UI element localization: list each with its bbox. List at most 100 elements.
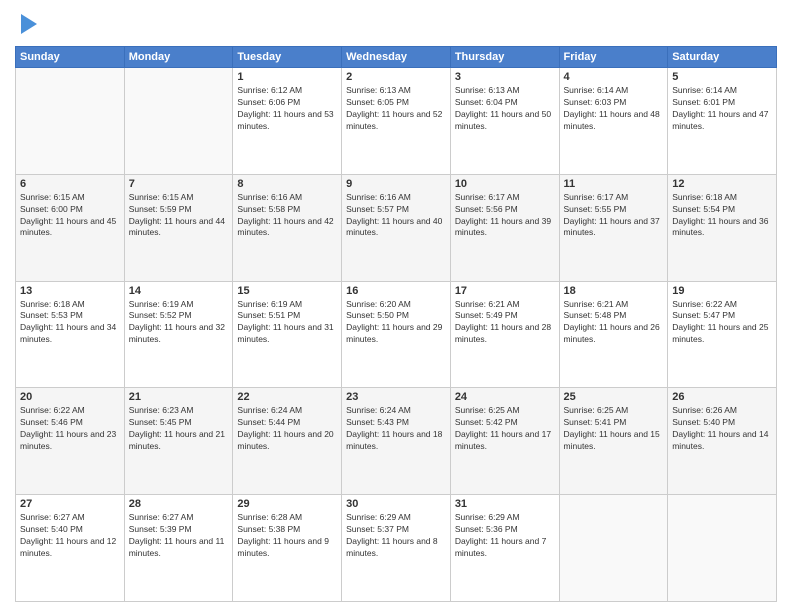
calendar-cell: 25 Sunrise: 6:25 AMSunset: 5:41 PMDayligh… [559,388,668,495]
day-info: Sunrise: 6:25 AMSunset: 5:41 PMDaylight:… [564,405,664,453]
day-info: Sunrise: 6:12 AMSunset: 6:06 PMDaylight:… [237,85,337,133]
day-number: 8 [237,178,337,190]
day-header-wednesday: Wednesday [342,47,451,68]
day-number: 21 [129,391,229,403]
calendar-week-3: 13 Sunrise: 6:18 AMSunset: 5:53 PMDayligh… [16,281,777,388]
logo-icon [17,10,37,38]
day-number: 24 [455,391,555,403]
calendar-cell: 19 Sunrise: 6:22 AMSunset: 5:47 PMDayligh… [668,281,777,388]
day-number: 26 [672,391,772,403]
day-number: 31 [455,498,555,510]
day-info: Sunrise: 6:16 AMSunset: 5:57 PMDaylight:… [346,192,446,240]
day-info: Sunrise: 6:27 AMSunset: 5:40 PMDaylight:… [20,512,120,560]
calendar-cell: 4Sunrise: 6:14 AMSunset: 6:03 PMDaylight… [559,68,668,175]
calendar-cell: 18 Sunrise: 6:21 AMSunset: 5:48 PMDayligh… [559,281,668,388]
day-info: Sunrise: 6:22 AMSunset: 5:46 PMDaylight:… [20,405,120,453]
day-number: 13 [20,285,120,297]
calendar-week-5: 27Sunrise: 6:27 AMSunset: 5:40 PMDayligh… [16,495,777,602]
day-number: 28 [129,498,229,510]
calendar-cell [16,68,125,175]
day-info: Sunrise: 6:13 AMSunset: 6:04 PMDaylight:… [455,85,555,133]
day-number: 19 [672,285,772,297]
day-info: Sunrise: 6:23 AMSunset: 5:45 PMDaylight:… [129,405,229,453]
calendar-week-2: 6 Sunrise: 6:15 AMSunset: 6:00 PMDaylight… [16,174,777,281]
day-info: Sunrise: 6:28 AMSunset: 5:38 PMDaylight:… [237,512,337,560]
day-number: 22 [237,391,337,403]
calendar-cell: 3 Sunrise: 6:13 AMSunset: 6:04 PMDaylight… [450,68,559,175]
calendar-cell [668,495,777,602]
calendar-table: SundayMondayTuesdayWednesdayThursdayFrid… [15,46,777,602]
day-header-monday: Monday [124,47,233,68]
day-number: 29 [237,498,337,510]
calendar-cell: 24 Sunrise: 6:25 AMSunset: 5:42 PMDayligh… [450,388,559,495]
day-info: Sunrise: 6:22 AMSunset: 5:47 PMDaylight:… [672,299,772,347]
day-info: Sunrise: 6:17 AMSunset: 5:56 PMDaylight:… [455,192,555,240]
calendar-cell: 21 Sunrise: 6:23 AMSunset: 5:45 PMDayligh… [124,388,233,495]
day-info: Sunrise: 6:17 AMSunset: 5:55 PMDaylight:… [564,192,664,240]
day-number: 15 [237,285,337,297]
day-header-thursday: Thursday [450,47,559,68]
header [15,10,777,38]
day-number: 2 [346,71,446,83]
page: SundayMondayTuesdayWednesdayThursdayFrid… [0,0,792,612]
day-info: Sunrise: 6:25 AMSunset: 5:42 PMDaylight:… [455,405,555,453]
calendar-cell: 13 Sunrise: 6:18 AMSunset: 5:53 PMDayligh… [16,281,125,388]
day-header-friday: Friday [559,47,668,68]
day-number: 12 [672,178,772,190]
calendar-cell: 12 Sunrise: 6:18 AMSunset: 5:54 PMDayligh… [668,174,777,281]
calendar-cell: 6 Sunrise: 6:15 AMSunset: 6:00 PMDaylight… [16,174,125,281]
day-info: Sunrise: 6:24 AMSunset: 5:44 PMDaylight:… [237,405,337,453]
day-header-saturday: Saturday [668,47,777,68]
day-header-sunday: Sunday [16,47,125,68]
calendar-cell: 2 Sunrise: 6:13 AMSunset: 6:05 PMDaylight… [342,68,451,175]
calendar-cell: 22 Sunrise: 6:24 AMSunset: 5:44 PMDayligh… [233,388,342,495]
day-info: Sunrise: 6:21 AMSunset: 5:49 PMDaylight:… [455,299,555,347]
logo [15,14,37,38]
day-number: 5 [672,71,772,83]
calendar-cell: 31 Sunrise: 6:29 AMSunset: 5:36 PMDayligh… [450,495,559,602]
day-number: 18 [564,285,664,297]
day-info: Sunrise: 6:18 AMSunset: 5:54 PMDaylight:… [672,192,772,240]
day-info: Sunrise: 6:20 AMSunset: 5:50 PMDaylight:… [346,299,446,347]
day-number: 1 [237,71,337,83]
calendar-cell: 29 Sunrise: 6:28 AMSunset: 5:38 PMDayligh… [233,495,342,602]
day-info: Sunrise: 6:13 AMSunset: 6:05 PMDaylight:… [346,85,446,133]
day-info: Sunrise: 6:29 AMSunset: 5:36 PMDaylight:… [455,512,555,560]
calendar-cell: 20 Sunrise: 6:22 AMSunset: 5:46 PMDayligh… [16,388,125,495]
day-number: 23 [346,391,446,403]
calendar-cell: 30Sunrise: 6:29 AMSunset: 5:37 PMDayligh… [342,495,451,602]
day-number: 10 [455,178,555,190]
calendar-cell: 9 Sunrise: 6:16 AMSunset: 5:57 PMDaylight… [342,174,451,281]
calendar-cell: 7Sunrise: 6:15 AMSunset: 5:59 PMDaylight… [124,174,233,281]
calendar-cell: 23Sunrise: 6:24 AMSunset: 5:43 PMDayligh… [342,388,451,495]
day-info: Sunrise: 6:18 AMSunset: 5:53 PMDaylight:… [20,299,120,347]
calendar-cell: 14Sunrise: 6:19 AMSunset: 5:52 PMDayligh… [124,281,233,388]
day-header-tuesday: Tuesday [233,47,342,68]
day-info: Sunrise: 6:14 AMSunset: 6:01 PMDaylight:… [672,85,772,133]
day-number: 17 [455,285,555,297]
calendar-week-4: 20 Sunrise: 6:22 AMSunset: 5:46 PMDayligh… [16,388,777,495]
calendar-cell: 1 Sunrise: 6:12 AMSunset: 6:06 PMDaylight… [233,68,342,175]
calendar-cell: 15 Sunrise: 6:19 AMSunset: 5:51 PMDayligh… [233,281,342,388]
day-number: 6 [20,178,120,190]
day-info: Sunrise: 6:29 AMSunset: 5:37 PMDaylight:… [346,512,446,560]
calendar-cell [559,495,668,602]
calendar-cell: 16Sunrise: 6:20 AMSunset: 5:50 PMDayligh… [342,281,451,388]
day-info: Sunrise: 6:26 AMSunset: 5:40 PMDaylight:… [672,405,772,453]
calendar-cell: 26 Sunrise: 6:26 AMSunset: 5:40 PMDayligh… [668,388,777,495]
calendar-cell: 17 Sunrise: 6:21 AMSunset: 5:49 PMDayligh… [450,281,559,388]
day-number: 9 [346,178,446,190]
day-number: 14 [129,285,229,297]
calendar-cell: 8 Sunrise: 6:16 AMSunset: 5:58 PMDaylight… [233,174,342,281]
day-number: 4 [564,71,664,83]
day-info: Sunrise: 6:21 AMSunset: 5:48 PMDaylight:… [564,299,664,347]
day-info: Sunrise: 6:16 AMSunset: 5:58 PMDaylight:… [237,192,337,240]
day-number: 3 [455,71,555,83]
day-number: 7 [129,178,229,190]
day-number: 25 [564,391,664,403]
calendar-week-1: 1 Sunrise: 6:12 AMSunset: 6:06 PMDaylight… [16,68,777,175]
day-info: Sunrise: 6:19 AMSunset: 5:51 PMDaylight:… [237,299,337,347]
day-number: 20 [20,391,120,403]
calendar-cell: 11Sunrise: 6:17 AMSunset: 5:55 PMDayligh… [559,174,668,281]
day-info: Sunrise: 6:15 AMSunset: 6:00 PMDaylight:… [20,192,120,240]
